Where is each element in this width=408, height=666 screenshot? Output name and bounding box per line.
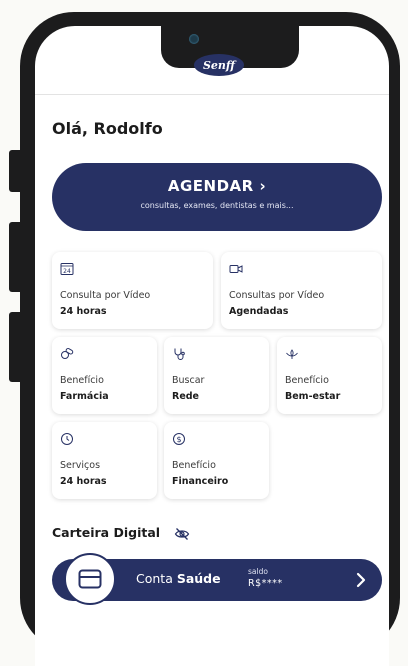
card-label: Benefício	[172, 460, 216, 471]
card-label: Buscar	[172, 375, 205, 386]
agendar-title: AGENDAR ›	[167, 177, 267, 195]
card-value: Financeiro	[172, 476, 229, 487]
card-label: Consulta por Vídeo	[60, 290, 151, 301]
dollar-coin-icon: $	[173, 433, 185, 445]
stethoscope-icon	[174, 348, 185, 360]
card-servicos-24h[interactable]: Serviços 24 horas	[52, 422, 157, 499]
account-name: Conta Saúde	[136, 571, 221, 586]
card-value: Agendadas	[229, 306, 289, 317]
card-label: Consultas por Vídeo	[229, 290, 325, 301]
clock-icon	[61, 433, 73, 445]
card-value: 24 horas	[60, 476, 107, 487]
chevron-right-icon: ›	[259, 177, 267, 195]
agendar-button[interactable]: AGENDAR › consultas, exames, dentistas e…	[52, 163, 382, 231]
balance-value: R$****	[248, 578, 283, 589]
card-value: Bem-estar	[285, 391, 341, 402]
svg-text:$: $	[176, 435, 181, 444]
credit-card-icon	[78, 569, 102, 589]
section-title-carteira: Carteira Digital	[52, 525, 161, 540]
senff-logo: Senff	[194, 54, 244, 76]
card-label: Serviços	[60, 460, 101, 471]
card-beneficio-farmacia[interactable]: Benefício Farmácia	[52, 337, 157, 414]
front-camera-icon	[189, 34, 199, 44]
card-consultas-agendadas[interactable]: Consultas por Vídeo Agendadas	[221, 252, 382, 329]
wallet-icon-circle	[64, 553, 116, 605]
greeting-title: Olá, Rodolfo	[52, 119, 163, 138]
chevron-right-icon[interactable]	[352, 569, 370, 591]
video-camera-icon	[229, 265, 243, 273]
conta-saude-card[interactable]: Conta Saúde saldo R$****	[52, 553, 382, 605]
card-label: Benefício	[285, 375, 329, 386]
card-value: 24 horas	[60, 306, 107, 317]
logo-text: Senff	[202, 58, 236, 72]
svg-text:24: 24	[63, 268, 71, 275]
card-value: Rede	[172, 391, 200, 402]
balance-label: saldo	[248, 567, 268, 576]
agendar-subtitle: consultas, exames, dentistas e mais...	[140, 201, 294, 210]
eye-slash-icon[interactable]	[174, 526, 190, 542]
calendar-24-icon: 24	[60, 263, 74, 275]
phone-screen: Senff Olá, Rodolfo AGENDAR › consultas, …	[35, 26, 389, 666]
card-buscar-rede[interactable]: Buscar Rede	[164, 337, 269, 414]
card-consulta-video-24h[interactable]: 24 Consulta por Vídeo 24 horas	[52, 252, 213, 329]
card-beneficio-financeiro[interactable]: $ Benefício Financeiro	[164, 422, 269, 499]
pills-icon	[61, 348, 74, 359]
header-divider	[35, 94, 389, 95]
card-label: Benefício	[60, 375, 104, 386]
card-beneficio-bem-estar[interactable]: Benefício Bem-estar	[277, 337, 382, 414]
lotus-icon	[286, 349, 298, 359]
card-value: Farmácia	[60, 391, 109, 402]
